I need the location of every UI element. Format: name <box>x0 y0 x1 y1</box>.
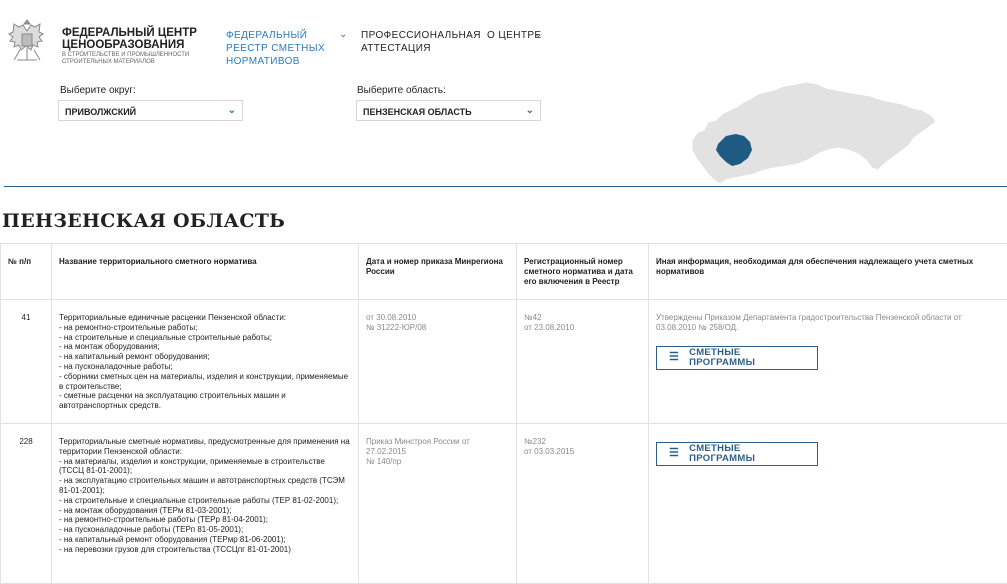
other-info: Утверждены Приказом Департамента градост… <box>649 300 1007 424</box>
row-number: 41 <box>1 300 52 424</box>
region-label: Выберите область: <box>357 85 446 96</box>
chevron-down-icon[interactable]: ⌄ <box>466 28 475 41</box>
table-header-row: № п/п Название территориального сметного… <box>1 244 1007 300</box>
russia-map[interactable] <box>686 80 939 188</box>
registry-info: №232 от 03.03.2015 <box>517 424 649 584</box>
order-info: от 30.08.2010 № 31222-ЮР/08 <box>359 300 517 424</box>
chevron-down-icon[interactable]: ⌄ <box>339 28 348 41</box>
norm-name: Территориальные сметные нормативы, преду… <box>52 424 359 584</box>
norm-name: Территориальные единичные расценки Пензе… <box>52 300 359 424</box>
header-cell: Иная информация, необходимая для обеспеч… <box>649 244 1007 300</box>
other-info: ☰ СМЕТНЫЕ ПРОГРАММЫ <box>649 424 1007 584</box>
estimate-programs-button[interactable]: ☰ СМЕТНЫЕ ПРОГРАММЫ <box>656 442 818 466</box>
site-header: ФЕДЕРАЛЬНЫЙ ЦЕНТР ЦЕНООБРАЗОВАНИЯ В СТРО… <box>0 0 1007 72</box>
district-select[interactable]: ПРИВОЛЖСКИЙ ⌄ <box>58 100 243 121</box>
approval-text: Утверждены Приказом Департамента градост… <box>656 313 1000 333</box>
region-select[interactable]: ПЕНЗЕНСКАЯ ОБЛАСТЬ ⌄ <box>356 100 541 121</box>
chevron-down-icon[interactable]: ⌄ <box>534 28 543 41</box>
chevron-down-icon: ⌄ <box>526 105 534 116</box>
header-cell: Регистрационный номер сметного норматива… <box>517 244 649 300</box>
table-row: 228 Территориальные сметные нормативы, п… <box>1 424 1007 584</box>
list-icon: ☰ <box>669 353 679 363</box>
list-icon: ☰ <box>669 449 679 459</box>
logo-subtitle: В СТРОИТЕЛЬСТВЕ И ПРОМЫШЛЕННОСТИ СТРОИТЕ… <box>62 52 197 66</box>
russia-map-country <box>692 82 936 184</box>
header-cell: № п/п <box>1 244 52 300</box>
chevron-down-icon: ⌄ <box>228 105 236 116</box>
district-label: Выберите округ: <box>60 85 136 96</box>
header-cell: Дата и номер приказа Минрегиона России <box>359 244 517 300</box>
nav-professional-attestation[interactable]: ПРОФЕССИОНАЛЬНАЯ АТТЕСТАЦИЯ <box>361 29 469 55</box>
table-row: 41 Территориальные единичные расценки Пе… <box>1 300 1007 424</box>
region-select-value: ПЕНЗЕНСКАЯ ОБЛАСТЬ <box>363 107 472 117</box>
nav-professional-attestation-label: ПРОФЕССИОНАЛЬНАЯ АТТЕСТАЦИЯ <box>361 30 481 54</box>
registry-info: №42 от 23.08.2010 <box>517 300 649 424</box>
nav-federal-registry[interactable]: ФЕДЕРАЛЬНЫЙ РЕЕСТР СМЕТНЫХ НОРМАТИВОВ <box>226 29 344 68</box>
coat-of-arms-icon <box>2 14 52 70</box>
estimate-programs-button[interactable]: ☰ СМЕТНЫЕ ПРОГРАММЫ <box>656 346 818 370</box>
nav-federal-registry-label: ФЕДЕРАЛЬНЫЙ РЕЕСТР СМЕТНЫХ НОРМАТИВОВ <box>226 30 325 67</box>
row-number: 228 <box>1 424 52 584</box>
district-select-value: ПРИВОЛЖСКИЙ <box>65 107 136 117</box>
header-divider <box>4 186 1007 187</box>
logo-title[interactable]: ФЕДЕРАЛЬНЫЙ ЦЕНТР ЦЕНООБРАЗОВАНИЯ <box>62 27 202 51</box>
norms-table: № п/п Название территориального сметного… <box>0 243 1007 584</box>
order-info: Приказ Минстроя России от 27.02.2015 № 1… <box>359 424 517 584</box>
header-cell: Название территориального сметного норма… <box>52 244 359 300</box>
page-title: ПЕНЗЕНСКАЯ ОБЛАСТЬ <box>2 210 285 232</box>
